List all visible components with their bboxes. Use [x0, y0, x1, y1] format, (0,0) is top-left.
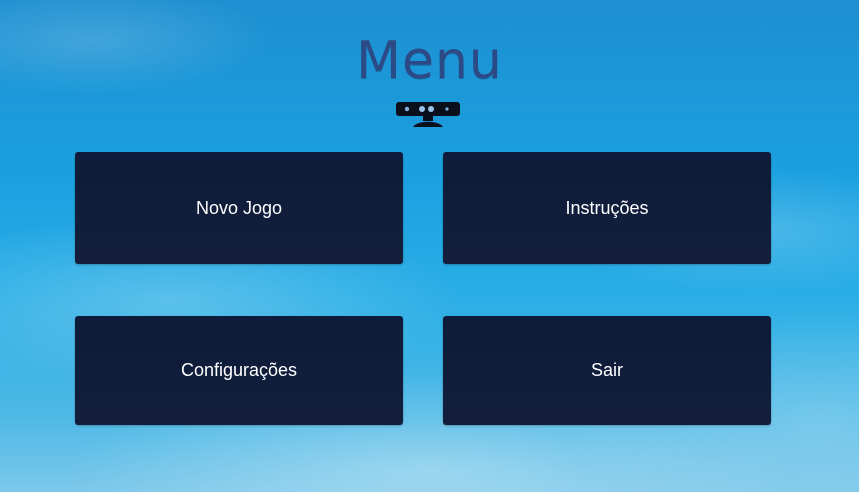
- settings-label: Configurações: [180, 360, 298, 380]
- new-game-label: Novo Jogo: [195, 197, 283, 218]
- page-title: Menu: [356, 31, 503, 91]
- new-game-button[interactable]: Novo Jogo: [75, 152, 403, 264]
- exit-button[interactable]: Sair: [443, 316, 771, 425]
- kinect-sensor-icon: [395, 100, 461, 128]
- exit-label: Sair: [590, 360, 623, 380]
- settings-button[interactable]: Configurações: [75, 316, 403, 425]
- instructions-label: Instruções: [565, 197, 649, 218]
- instructions-button[interactable]: Instruções: [443, 152, 771, 264]
